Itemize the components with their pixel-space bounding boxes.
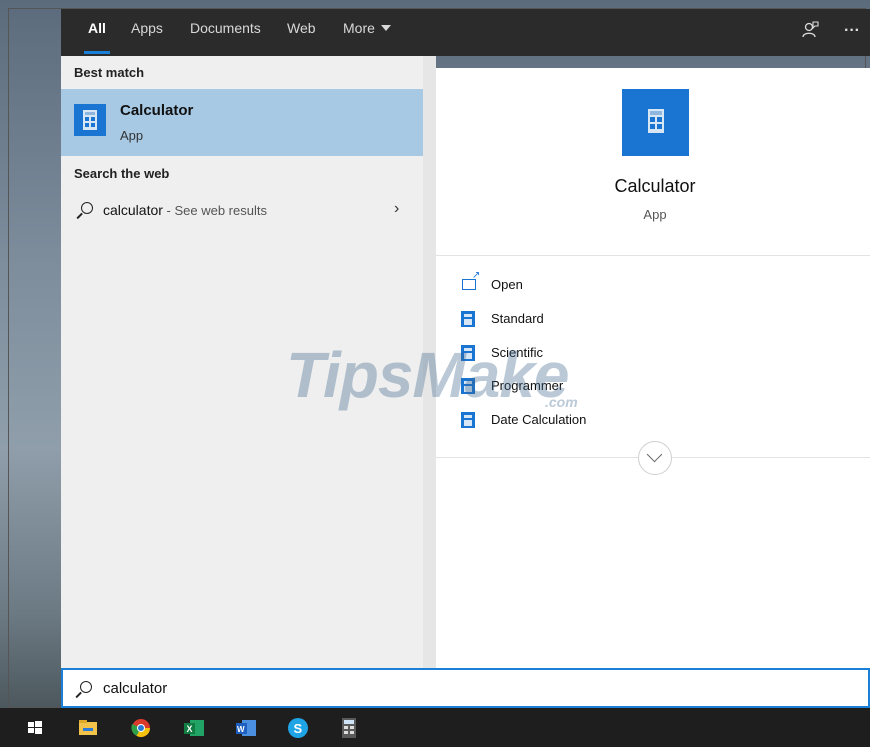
search-input[interactable] bbox=[103, 678, 703, 698]
more-options-icon[interactable]: ··· bbox=[841, 21, 863, 43]
tab-documents[interactable]: Documents bbox=[190, 9, 261, 56]
chevron-right-icon: › bbox=[394, 200, 400, 217]
word-icon[interactable]: W bbox=[233, 715, 259, 741]
calculator-icon bbox=[461, 311, 475, 327]
search-box[interactable] bbox=[61, 668, 870, 708]
calculator-icon bbox=[461, 412, 475, 428]
chrome-icon[interactable] bbox=[128, 715, 154, 741]
search-web-heading: Search the web bbox=[74, 166, 170, 181]
web-result-text: calculator - See web results bbox=[103, 202, 267, 218]
expand-chevron-icon[interactable] bbox=[638, 441, 672, 475]
best-match-calculator[interactable]: Calculator App bbox=[61, 89, 423, 156]
watermark-logo: TipsMake bbox=[286, 339, 569, 411]
calculator-large-icon bbox=[622, 89, 689, 156]
tab-more[interactable]: More bbox=[343, 9, 391, 56]
excel-icon[interactable]: X bbox=[181, 715, 207, 741]
svg-text:S: S bbox=[294, 721, 303, 736]
svg-text:W: W bbox=[237, 725, 245, 734]
caret-down-icon bbox=[380, 25, 391, 31]
best-match-heading: Best match bbox=[74, 65, 145, 80]
tab-all[interactable]: All bbox=[84, 9, 110, 56]
preview-title: Calculator bbox=[614, 176, 696, 196]
svg-text:X: X bbox=[187, 724, 193, 734]
web-result-row[interactable]: calculator - See web results › bbox=[61, 196, 423, 226]
divider bbox=[436, 255, 870, 256]
skype-icon[interactable]: S bbox=[285, 715, 311, 741]
start-icon[interactable] bbox=[22, 715, 48, 741]
best-match-subtitle: App bbox=[120, 128, 144, 143]
preview-subtitle: App bbox=[643, 207, 667, 222]
search-header: All Apps Documents Web More ··· bbox=[61, 9, 870, 56]
search-icon bbox=[81, 202, 93, 214]
calculator-icon bbox=[74, 104, 106, 136]
feedback-icon[interactable] bbox=[799, 21, 821, 43]
tab-web[interactable]: Web bbox=[287, 9, 316, 56]
file-explorer-icon[interactable] bbox=[75, 715, 101, 741]
taskbar: X W S bbox=[0, 708, 870, 747]
calculator-icon[interactable] bbox=[336, 715, 362, 741]
watermark-suffix: .com bbox=[545, 394, 578, 410]
open-icon bbox=[462, 270, 480, 290]
best-match-title: Calculator bbox=[120, 102, 194, 119]
tab-apps[interactable]: Apps bbox=[131, 9, 163, 56]
search-icon bbox=[80, 681, 92, 693]
